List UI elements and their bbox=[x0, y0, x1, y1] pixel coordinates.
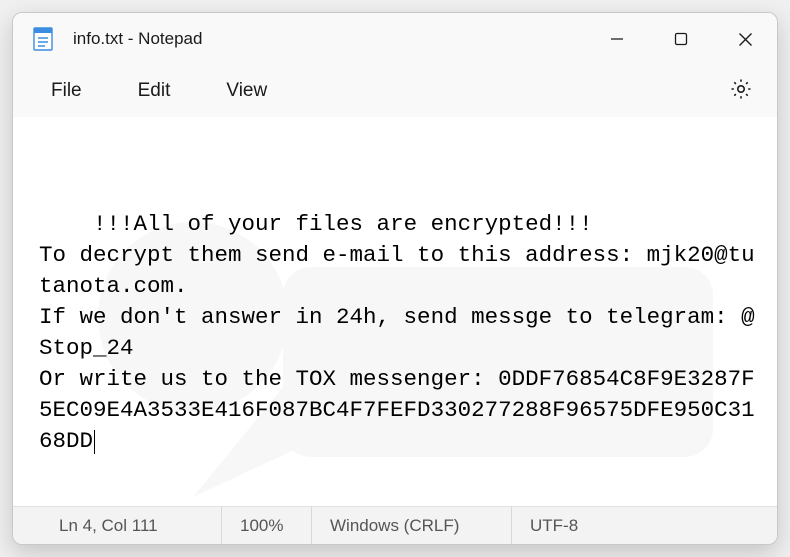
status-bar: Ln 4, Col 111 100% Windows (CRLF) UTF-8 bbox=[13, 506, 777, 544]
minimize-button[interactable] bbox=[585, 13, 649, 65]
maximize-button[interactable] bbox=[649, 13, 713, 65]
notepad-icon bbox=[31, 27, 55, 51]
close-button[interactable] bbox=[713, 13, 777, 65]
menu-file[interactable]: File bbox=[23, 70, 110, 112]
text-caret bbox=[94, 430, 95, 454]
menu-bar: File Edit View bbox=[13, 65, 777, 117]
menu-edit[interactable]: Edit bbox=[110, 70, 199, 112]
text-area[interactable]: !!!All of your files are encrypted!!! To… bbox=[13, 117, 777, 506]
title-bar[interactable]: info.txt - Notepad bbox=[13, 13, 777, 65]
notepad-window: info.txt - Notepad File Edit View bbox=[12, 12, 778, 545]
status-encoding: UTF-8 bbox=[511, 507, 621, 544]
status-eol: Windows (CRLF) bbox=[311, 507, 511, 544]
document-text: !!!All of your files are encrypted!!! To… bbox=[39, 211, 755, 454]
window-controls bbox=[585, 13, 777, 65]
status-position: Ln 4, Col 111 bbox=[21, 507, 221, 544]
window-title: info.txt - Notepad bbox=[73, 29, 202, 49]
status-zoom[interactable]: 100% bbox=[221, 507, 311, 544]
settings-button[interactable] bbox=[715, 69, 767, 114]
menu-view[interactable]: View bbox=[198, 70, 295, 112]
gear-icon bbox=[729, 77, 753, 106]
